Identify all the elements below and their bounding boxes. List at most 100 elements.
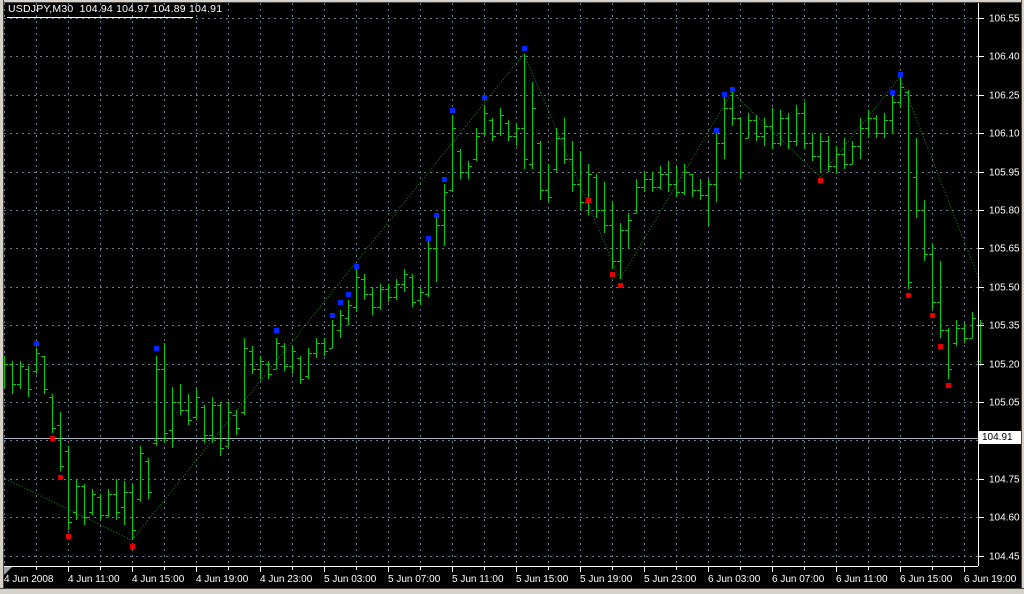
ohlc-bar [209,397,216,443]
grid [4,3,978,566]
ohlc-bar [609,202,616,269]
ohlc-bar [825,136,832,172]
ohlc-bar [929,243,936,310]
ohlc-bar [569,141,576,192]
chart-canvas[interactable]: 106.55 106.40 106.25 106.10 105.95 105.80 105.… [0,0,1024,594]
ohlc-bar [721,97,728,159]
ohlc-bar [809,133,816,161]
fractal-up-marker [522,46,527,51]
ohlc-bar [345,300,352,325]
fractal-down-marker [618,283,623,288]
ohlc-bar [49,394,56,433]
ohlc-bar [145,458,152,499]
ohlc-bar [489,118,496,141]
window-frame-top-inner [0,2,1024,3]
ohlc-bar [913,138,920,218]
ohlc-bar [937,261,944,338]
fractal-up-marker [442,177,447,182]
fractal-up-marker [274,328,279,333]
ohlc-bar [761,118,768,146]
ohlc-bar [553,128,560,172]
ohlc-bar [593,174,600,218]
ohlc-bar [585,164,592,215]
time-axis-label: 5 Jun 07:00 [388,574,441,585]
ohlc-bar [777,110,784,146]
fractal-up-marker [722,92,727,97]
ohlc-bar [41,356,48,394]
time-axis-label: 4 Jun 19:00 [196,574,249,585]
ohlc-bar [113,479,120,520]
ohlc-bar [529,82,536,169]
ohlc-bar [297,356,304,384]
time-axis-label: 4 Jun 2008 [4,574,54,585]
price-axis-label: 106.25 [989,91,1020,102]
fractal-up-marker [346,292,351,297]
ohlc-bar [361,274,368,300]
ohlc-bar [833,146,840,174]
fractal-up-marker [330,313,335,318]
ohlc-bar [817,133,824,172]
ohlc-bar [313,338,320,358]
ohlc-bar [601,182,608,233]
ohlc-bar [201,405,208,443]
current-price-tag: 104.91 [979,431,1023,444]
chart-title: USDJPY,M30 104.94 104.97 104.89 104.91 [8,3,223,15]
ohlc-bar [617,223,624,279]
ohlc-bar [681,164,688,195]
fractal-up-marker [354,264,359,269]
ohlc-bar [241,338,248,415]
ohlc-bar [857,118,864,159]
fractal-down-marker [946,383,951,388]
time-axis[interactable]: 4 Jun 2008 4 Jun 11:00 4 Jun 15:00 4 Jun 19… [4,566,1017,586]
fractal-down-marker [58,475,63,480]
ohlc-bar [449,115,456,192]
title-underline [7,17,193,18]
price-axis[interactable]: 106.55 106.40 106.25 106.10 105.95 105.80 105.… [978,2,1020,566]
fractal-up-marker [154,346,159,351]
ohlc-bar [393,279,400,300]
ohlc-bar [249,346,256,374]
ohlc-bar [625,213,632,248]
ohlc-bar [425,241,432,297]
ohlc-bar [961,323,968,343]
fractal-down-marker [66,534,71,539]
ohlc-bar [217,402,224,456]
fractal-up-marker [714,128,719,133]
ohlc-bar [409,274,416,307]
ohlc-bar [329,320,336,349]
ohlc-bar [881,113,888,138]
ohlc-bar [865,110,872,138]
price-axis-label: 105.95 [989,168,1020,179]
ohlc-bar [505,120,512,141]
ohlc-bar [841,138,848,169]
time-axis-label: 5 Jun 23:00 [644,574,697,585]
time-axis-label: 4 Jun 11:00 [68,574,120,585]
ohlc-bar [281,343,288,371]
window-frame-bottom [0,589,1024,594]
fractal-down-marker [938,344,943,349]
fractal-down-marker [930,313,935,318]
ohlc-bar [417,287,424,305]
ohlc-bar [17,361,24,389]
chart-window: 106.55 106.40 106.25 106.10 105.95 105.80 105.… [0,0,1024,594]
time-axis-label: 5 Jun 03:00 [324,574,377,585]
ohlc-bar [729,92,736,126]
time-axis-label: 6 Jun 19:00 [964,574,1017,585]
ohlc-bar [193,389,200,420]
fractal-down-marker [818,178,823,183]
ohlc-bar [649,172,656,192]
ohlc-bar [633,179,640,214]
ohlc-bar [665,161,672,192]
price-axis-label: 105.05 [989,398,1020,409]
time-axis-label: 6 Jun 07:00 [772,574,825,585]
fractal-up-marker [426,236,431,241]
ohlc-bar [561,118,568,164]
ohlc-bar [705,179,712,225]
price-axis-label: 105.80 [989,206,1020,217]
ohlc-bar [305,348,312,379]
fractal-up-marker [898,72,903,77]
ohlc-bar [737,118,744,179]
ohlc-bar [921,200,928,261]
fractal-up-marker [450,108,455,113]
ohlc-bar [673,166,680,197]
